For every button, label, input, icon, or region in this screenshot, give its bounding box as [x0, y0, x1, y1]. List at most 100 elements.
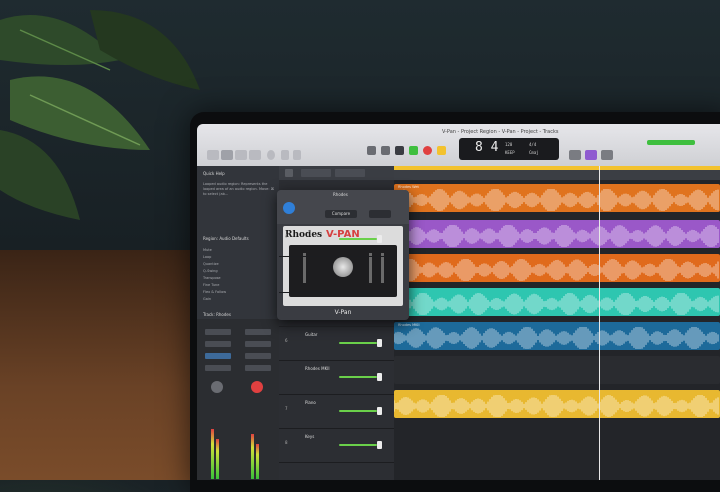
track-volume-fader[interactable]: [339, 444, 377, 446]
audio-region[interactable]: Rhodes MKII: [394, 322, 720, 350]
audio-region[interactable]: Rhodes Wet: [394, 184, 720, 212]
compare-button[interactable]: Compare: [325, 210, 357, 218]
lcd-key: Cmaj: [529, 150, 539, 155]
region-parameter-row[interactable]: Transpose: [203, 276, 275, 281]
quick-help-button[interactable]: [235, 150, 247, 160]
rewind-button[interactable]: [367, 146, 376, 155]
track-name: Keys: [305, 434, 315, 439]
region-parameter-row[interactable]: Flex & Follow: [203, 290, 275, 295]
region-parameter-row[interactable]: Quantize: [203, 262, 275, 267]
region-parameter-row[interactable]: Loop: [203, 255, 275, 260]
fader-handle[interactable]: [377, 339, 382, 347]
track-header[interactable]: 5 Rhodes: [279, 222, 394, 257]
plugin-slot[interactable]: [245, 353, 271, 359]
functions-menu[interactable]: [335, 169, 365, 177]
quick-help-text: Looped audio region: Represents the loop…: [203, 182, 275, 196]
audio-region[interactable]: [394, 356, 720, 384]
tuner-button[interactable]: [601, 150, 613, 160]
fader-handle[interactable]: [377, 373, 382, 381]
track-header[interactable]: [279, 258, 394, 293]
daw-screen: V-Pan - Project Region - V-Pan - Project…: [197, 124, 720, 480]
lcd-bar-beat: 8 4: [475, 140, 499, 155]
library-button[interactable]: [207, 150, 219, 160]
playhead[interactable]: [599, 166, 600, 480]
region-parameter-row[interactable]: Mute: [203, 248, 275, 253]
track-volume-fader[interactable]: [339, 410, 377, 412]
waveform: [394, 395, 719, 417]
edit-menu[interactable]: [301, 169, 331, 177]
lcd-display: 8 4 120 KEEP 4/4 Cmaj: [459, 138, 559, 160]
inspector-button[interactable]: [221, 150, 233, 160]
pan-knob[interactable]: [251, 381, 263, 393]
track-volume-fader[interactable]: [339, 238, 377, 240]
level-meter: [211, 429, 214, 479]
plugin-slot[interactable]: [205, 353, 231, 359]
track-header[interactable]: [279, 292, 394, 327]
region-parameter-row[interactable]: Gain: [203, 297, 275, 302]
level-meter: [251, 434, 254, 479]
lcd-tempo: 120: [505, 142, 513, 147]
track-header[interactable]: Rhodes MKII: [279, 360, 394, 395]
eq-display[interactable]: [205, 329, 231, 335]
track-header[interactable]: 7 Piano: [279, 394, 394, 429]
count-in-button[interactable]: [569, 150, 581, 160]
metronome-button[interactable]: [585, 150, 597, 160]
fader-handle[interactable]: [377, 235, 382, 243]
lcd-signature: 4/4: [529, 142, 537, 147]
timeline-ruler[interactable]: [394, 166, 720, 180]
audio-fx-slot[interactable]: [205, 365, 231, 371]
smart-controls-icon[interactable]: [267, 150, 275, 160]
fader-handle[interactable]: [377, 407, 382, 415]
input-slot[interactable]: [245, 341, 271, 347]
audio-region[interactable]: [394, 220, 720, 248]
plant-leaves: [0, 10, 200, 220]
track-header[interactable]: 8 Keys: [279, 428, 394, 463]
play-button[interactable]: [409, 146, 418, 155]
audio-region[interactable]: [394, 254, 720, 282]
cycle-range[interactable]: [394, 166, 720, 170]
input-slot[interactable]: [205, 341, 231, 347]
power-icon[interactable]: [283, 202, 295, 214]
mixer-icon[interactable]: [281, 150, 289, 160]
audio-region[interactable]: [394, 390, 720, 418]
track-inspector-title[interactable]: Track: Rhodes: [203, 312, 231, 317]
track-number: 5: [285, 234, 288, 239]
pan-knob[interactable]: [211, 381, 223, 393]
level-meter: [216, 439, 219, 479]
editors-icon[interactable]: [293, 150, 301, 160]
track-list-toolbar: [279, 166, 394, 180]
track-volume-fader[interactable]: [339, 342, 377, 344]
track-name: Guitar: [305, 332, 318, 337]
region-parameter-row[interactable]: Q-Swing: [203, 269, 275, 274]
level-meter: [256, 444, 259, 479]
preset-menu[interactable]: [369, 210, 391, 218]
track-number: 6: [285, 338, 288, 343]
lcd-keep: KEEP: [505, 150, 515, 155]
fader-handle[interactable]: [377, 441, 382, 449]
region-inspector-title[interactable]: Region: Audio Defaults: [203, 236, 249, 241]
record-button[interactable]: [423, 146, 432, 155]
audio-fx-slot[interactable]: [245, 365, 271, 371]
plugin-header: Rhodes Compare: [277, 190, 409, 224]
title-toolbar: V-Pan - Project Region - V-Pan - Project…: [197, 124, 720, 166]
waveform: [394, 225, 719, 247]
plugin-track-name: Rhodes: [333, 192, 348, 197]
track-header[interactable]: 6 Guitar: [279, 326, 394, 361]
waveform: [394, 327, 719, 349]
stop-button[interactable]: [395, 146, 404, 155]
forward-button[interactable]: [381, 146, 390, 155]
master-volume-slider[interactable]: [647, 140, 695, 145]
waveform: [394, 189, 719, 211]
audio-region[interactable]: Guitar: [394, 288, 720, 316]
eq-display[interactable]: [245, 329, 271, 335]
region-parameter-row[interactable]: Fine Tune: [203, 283, 275, 288]
toolbar-button[interactable]: [249, 150, 261, 160]
waveform: [394, 293, 719, 315]
add-track-button[interactable]: [285, 169, 293, 177]
track-volume-fader[interactable]: [339, 376, 377, 378]
channel-strip-output: [241, 319, 275, 480]
tracks-area[interactable]: Rhodes Wet Guitar Rhodes MKII: [394, 180, 720, 480]
window-title: V-Pan - Project Region - V-Pan - Project…: [442, 129, 559, 135]
quick-help-title: Quick Help: [203, 171, 225, 176]
cycle-button[interactable]: [437, 146, 446, 155]
